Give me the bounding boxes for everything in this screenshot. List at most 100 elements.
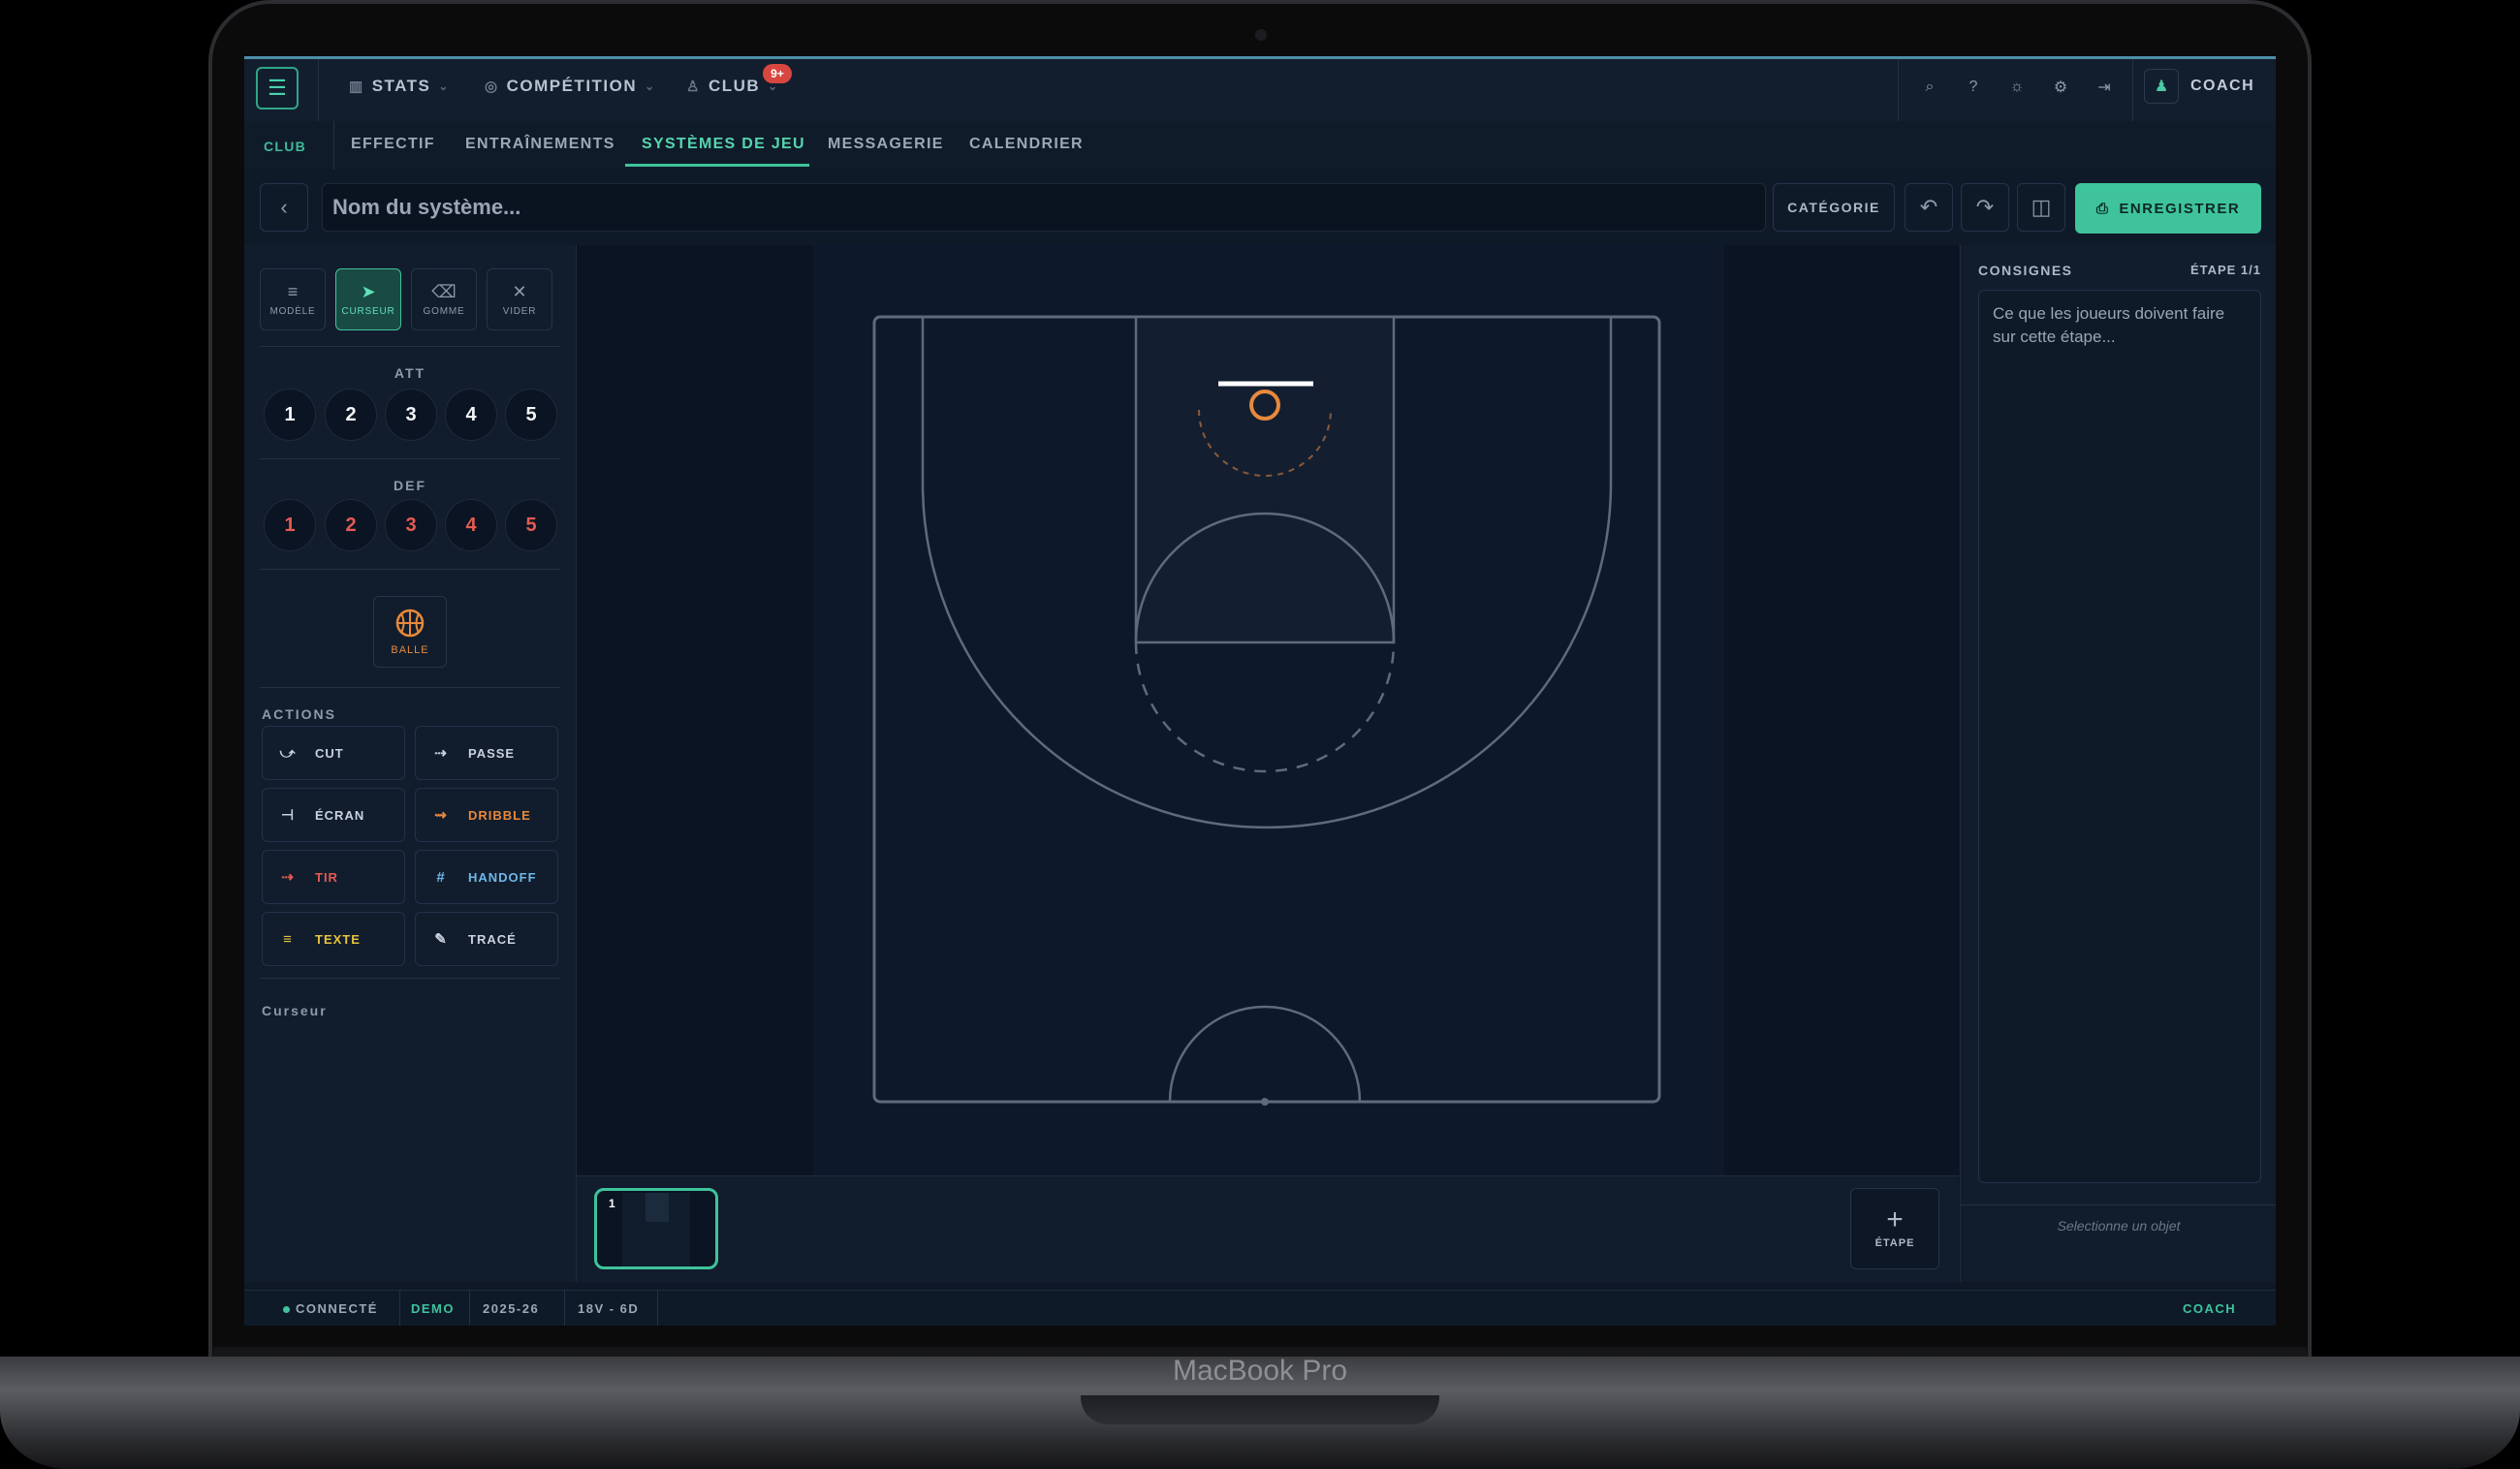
record-label: 18V - 6D <box>578 1301 640 1316</box>
action-trace[interactable]: ✎ TRACÉ <box>415 912 558 966</box>
divider <box>260 569 560 570</box>
subnav-separator <box>333 121 334 170</box>
tool-label: CURSEUR <box>341 305 395 317</box>
thumbnail-paint <box>646 1193 669 1222</box>
search-icon: ⌕ <box>1925 78 1935 95</box>
selection-hint: Selectionne un objet <box>2057 1218 2181 1234</box>
action-handoff[interactable]: # HANDOFF <box>415 850 558 904</box>
action-dribble[interactable]: ⇝ DRIBBLE <box>415 788 558 842</box>
system-name-input[interactable] <box>322 183 1766 232</box>
nav-item-competition[interactable]: ◎ COMPÉTITION ⌄ <box>485 77 656 96</box>
action-label: TRACÉ <box>468 931 517 947</box>
camera <box>1255 29 1267 41</box>
undo-icon: ↶ <box>1919 195 1938 219</box>
help-button[interactable]: ? <box>1955 69 1992 106</box>
nav-separator <box>1898 59 1899 121</box>
chevron-down-icon: ⌄ <box>645 79 656 93</box>
action-texte[interactable]: ≡ TEXTE <box>262 912 405 966</box>
tab-effectif[interactable]: EFFECTIF <box>351 136 435 153</box>
search-button[interactable]: ⌕ <box>1911 69 1948 106</box>
ball-button[interactable]: BALLE <box>373 596 447 668</box>
instructions-panel: CONSIGNES ÉTAPE 1/1 Selectionne un objet <box>1960 245 2276 1282</box>
logout-button[interactable]: ⇥ <box>2086 69 2123 106</box>
action-cut[interactable]: ⤻ CUT <box>262 726 405 780</box>
status-separator <box>657 1291 658 1326</box>
hamburger-menu-button[interactable]: ☰ <box>256 67 299 109</box>
save-icon: ⎙ <box>2095 200 2110 217</box>
save-button[interactable]: ⎙ ENREGISTRER <box>2075 183 2261 234</box>
tool-label: VIDER <box>502 305 537 317</box>
action-passe[interactable]: ⇢ PASSE <box>415 726 558 780</box>
nav-item-stats[interactable]: ▥ STATS ⌄ <box>349 77 450 96</box>
tool-curseur[interactable]: ➤ CURSEUR <box>335 268 401 330</box>
add-step-label: ÉTAPE <box>1874 1237 1915 1249</box>
app-screen: ☰ ▥ STATS ⌄ ◎ COMPÉTITION ⌄ ♙ CLUB ⌄ 9+ … <box>244 56 2276 1326</box>
action-tir[interactable]: ⇢ TIR <box>262 850 405 904</box>
shot-arrow-icon: ⇢ <box>281 869 295 886</box>
basketball-icon <box>395 609 425 638</box>
status-separator <box>469 1291 470 1326</box>
tab-systemes-de-jeu[interactable]: SYSTÈMES DE JEU <box>642 136 805 153</box>
action-label: PASSE <box>468 745 516 761</box>
step-indicator: ÉTAPE 1/1 <box>2189 263 2261 277</box>
defense-player-5[interactable]: 5 <box>505 499 557 551</box>
tool-vider[interactable]: ✕ VIDER <box>487 268 552 330</box>
action-label: HANDOFF <box>468 869 537 885</box>
defense-player-3[interactable]: 3 <box>385 499 437 551</box>
defense-player-2[interactable]: 2 <box>325 499 377 551</box>
theme-toggle-button[interactable]: ☼ <box>1999 69 2035 106</box>
center-dot <box>1261 1098 1269 1106</box>
back-button[interactable]: ‹ <box>260 183 308 232</box>
tool-panel: ≡ MODÈLE ➤ CURSEUR ⌫ GOMME ✕ VIDER ATT 1… <box>244 245 577 1282</box>
redo-button[interactable]: ↷ <box>1961 183 2009 232</box>
attack-player-1[interactable]: 1 <box>264 389 316 441</box>
user-role-label[interactable]: COACH <box>2190 78 2254 95</box>
steps-strip: 1 + ÉTAPE <box>577 1175 1959 1283</box>
close-icon: ✕ <box>512 281 527 301</box>
user-avatar-button[interactable]: ♟ <box>2144 69 2179 104</box>
chevron-left-icon: ‹ <box>280 195 288 219</box>
category-button[interactable]: CATÉGORIE <box>1773 183 1895 232</box>
tool-modele[interactable]: ≡ MODÈLE <box>260 268 326 330</box>
divider <box>1961 1204 2276 1205</box>
tool-gomme[interactable]: ⌫ GOMME <box>411 268 477 330</box>
user-icon: ♟ <box>2154 78 2169 95</box>
attack-player-5[interactable]: 5 <box>505 389 557 441</box>
step-thumbnail[interactable]: 1 <box>594 1188 718 1269</box>
tab-messagerie[interactable]: MESSAGERIE <box>828 136 944 153</box>
menu-icon: ☰ <box>268 76 287 100</box>
role-label: COACH <box>2183 1301 2237 1316</box>
court-canvas[interactable] <box>577 245 1959 1175</box>
nav-item-label: COMPÉTITION <box>506 77 638 95</box>
laptop-notch <box>1081 1395 1439 1424</box>
instructions-textarea[interactable] <box>1978 290 2261 1183</box>
active-tab-indicator <box>625 164 809 167</box>
redo-icon: ↷ <box>1975 195 1995 219</box>
defense-label: DEF <box>394 478 426 493</box>
tab-entrainements[interactable]: ENTRAÎNEMENTS <box>465 136 615 153</box>
notification-badge: 9+ <box>763 64 792 83</box>
attack-player-3[interactable]: 3 <box>385 389 437 441</box>
instructions-title: CONSIGNES <box>1978 263 2073 278</box>
sub-nav: CLUB EFFECTIF ENTRAÎNEMENTS SYSTÈMES DE … <box>244 121 2276 171</box>
undo-button[interactable]: ↶ <box>1905 183 1953 232</box>
add-step-button[interactable]: + ÉTAPE <box>1850 1188 1939 1269</box>
gear-icon: ⚙ <box>2053 79 2068 96</box>
plus-icon: + <box>1886 1203 1904 1235</box>
nav-item-label: STATS <box>371 77 431 95</box>
mode-badge: DEMO <box>411 1301 455 1316</box>
divider <box>260 458 560 459</box>
tab-calendrier[interactable]: CALENDRIER <box>969 136 1084 153</box>
lines-icon: ≡ <box>287 281 299 301</box>
attack-player-2[interactable]: 2 <box>325 389 377 441</box>
action-ecran[interactable]: ⊣ ÉCRAN <box>262 788 405 842</box>
nav-separator <box>2132 59 2133 121</box>
split-view-button[interactable]: ◫ <box>2017 183 2065 232</box>
settings-button[interactable]: ⚙ <box>2042 69 2079 106</box>
actions-label: ACTIONS <box>262 706 336 722</box>
defense-player-4[interactable]: 4 <box>445 499 497 551</box>
sun-icon: ☼ <box>2009 78 2025 95</box>
defense-player-1[interactable]: 1 <box>264 499 316 551</box>
split-view-icon: ◫ <box>2031 195 2052 219</box>
attack-player-4[interactable]: 4 <box>445 389 497 441</box>
